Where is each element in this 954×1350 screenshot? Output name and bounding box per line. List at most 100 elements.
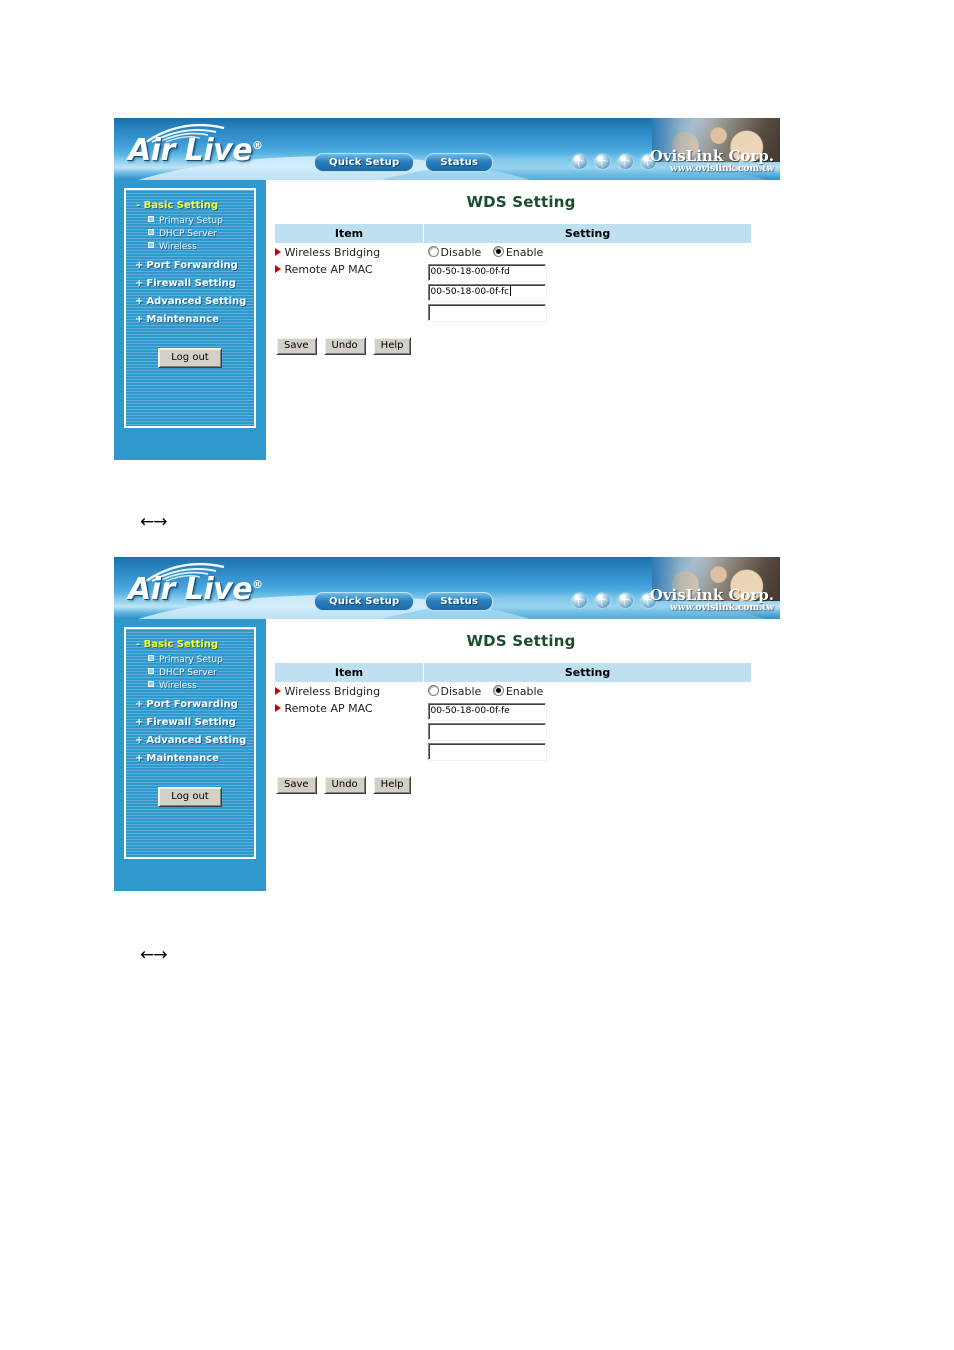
nav-quick-setup-button[interactable]: Quick Setup bbox=[314, 153, 415, 172]
remote-ap-mac-input-3[interactable] bbox=[427, 304, 546, 321]
globe-icon-group bbox=[572, 154, 656, 169]
square-bullet-icon bbox=[148, 655, 154, 661]
radio-group-wireless-bridging: Disable Enable bbox=[424, 685, 752, 698]
logout-container: Log out bbox=[126, 347, 254, 368]
main-content: WDS Setting Item Setting Wireless Bridgi… bbox=[266, 180, 780, 460]
sidebar-item-label: Firewall Setting bbox=[146, 278, 236, 289]
globe-icon[interactable] bbox=[595, 154, 610, 169]
sidebar-item-dhcp-server[interactable]: DHCP Server bbox=[126, 666, 254, 679]
router-admin-panel-2: Air Live® Quick Setup Status OvisLink Co… bbox=[114, 557, 780, 891]
globe-icon[interactable] bbox=[618, 154, 633, 169]
sidebar-item-firewall-setting[interactable]: + Firewall Setting bbox=[126, 710, 254, 728]
panel-body: - Basic Setting Primary Setup DHCP Serve… bbox=[114, 180, 780, 460]
save-button[interactable]: Save bbox=[276, 776, 317, 794]
sidebar-item-label: Primary Setup bbox=[159, 216, 223, 226]
triangle-bullet-icon bbox=[274, 248, 281, 256]
registered-mark: ® bbox=[252, 139, 263, 152]
corp-name: OvisLink Corp. bbox=[649, 147, 774, 165]
sidebar-item-label: Wireless bbox=[159, 242, 197, 252]
globe-icon[interactable] bbox=[572, 593, 587, 608]
site-header: Air Live® Quick Setup Status OvisLink Co… bbox=[114, 118, 780, 180]
undo-button[interactable]: Undo bbox=[323, 776, 366, 794]
square-bullet-icon bbox=[148, 242, 154, 248]
nav-status-button[interactable]: Status bbox=[425, 153, 494, 172]
undo-button[interactable]: Undo bbox=[323, 337, 366, 355]
triangle-bullet-icon bbox=[274, 704, 281, 712]
globe-icon[interactable] bbox=[595, 593, 610, 608]
sidebar-item-maintenance[interactable]: + Maintenance bbox=[126, 307, 254, 325]
radio-label: Enable bbox=[505, 685, 544, 698]
radio-disable[interactable]: Disable bbox=[427, 685, 482, 698]
panel-body: - Basic Setting Primary Setup DHCP Serve… bbox=[114, 619, 780, 891]
corp-name: OvisLink Corp. bbox=[649, 586, 774, 604]
radio-enable[interactable]: Enable bbox=[492, 685, 544, 698]
radio-disable[interactable]: Disable bbox=[427, 246, 482, 259]
triangle-bullet-icon bbox=[274, 265, 281, 273]
sidebar-item-primary-setup[interactable]: Primary Setup bbox=[126, 653, 254, 666]
form-action-buttons: Save Undo Help bbox=[276, 776, 768, 794]
radio-dot-selected-icon bbox=[492, 246, 504, 257]
sidebar-item-dhcp-server[interactable]: DHCP Server bbox=[126, 227, 254, 240]
table-row-remote-ap-mac: Remote AP MAC 00-50-18-00-0f-fe bbox=[274, 700, 752, 765]
header-nav: Quick Setup Status bbox=[314, 592, 494, 611]
sidebar-item-primary-setup[interactable]: Primary Setup bbox=[126, 214, 254, 227]
sidebar-item-port-forwarding[interactable]: + Port Forwarding bbox=[126, 692, 254, 710]
row-value-remote-ap-mac: 00-50-18-00-0f-fd 00-50-18-00-0f-fc bbox=[424, 261, 752, 326]
logout-container: Log out bbox=[126, 786, 254, 807]
logout-button[interactable]: Log out bbox=[158, 787, 222, 807]
expand-plus-icon: + bbox=[135, 735, 144, 746]
table-header-row: Item Setting bbox=[274, 662, 752, 683]
expand-plus-icon: + bbox=[135, 314, 144, 325]
sidebar-item-wireless[interactable]: Wireless bbox=[126, 679, 254, 692]
remote-ap-mac-input-3[interactable] bbox=[427, 743, 546, 760]
brand-logo-text: Air Live® bbox=[128, 572, 263, 607]
logout-button[interactable]: Log out bbox=[158, 348, 222, 368]
triangle-bullet-icon bbox=[274, 687, 281, 695]
remote-ap-mac-input-2[interactable] bbox=[427, 723, 546, 740]
globe-icon-group bbox=[572, 593, 656, 608]
row-label-remote-ap-mac: Remote AP MAC bbox=[274, 700, 424, 765]
sidebar-item-advanced-setting[interactable]: + Advanced Setting bbox=[126, 728, 254, 746]
radio-enable[interactable]: Enable bbox=[492, 246, 543, 259]
corp-url: www.ovislink.com.tw bbox=[670, 602, 774, 613]
remote-ap-mac-input-2[interactable]: 00-50-18-00-0f-fc bbox=[427, 284, 546, 301]
radio-label: Disable bbox=[440, 685, 482, 698]
sidebar-item-label: Firewall Setting bbox=[146, 717, 236, 728]
globe-icon[interactable] bbox=[618, 593, 633, 608]
sidebar-item-advanced-setting[interactable]: + Advanced Setting bbox=[126, 289, 254, 307]
table-row-remote-ap-mac: Remote AP MAC 00-50-18-00-0f-fd 00-50-18… bbox=[274, 261, 752, 326]
expand-plus-icon: + bbox=[135, 278, 144, 289]
radio-label: Disable bbox=[440, 246, 482, 259]
remote-ap-mac-input-1[interactable]: 00-50-18-00-0f-fe bbox=[427, 703, 546, 720]
nav-quick-setup-button[interactable]: Quick Setup bbox=[314, 592, 415, 611]
square-bullet-icon bbox=[148, 216, 154, 222]
sidebar-item-wireless[interactable]: Wireless bbox=[126, 240, 254, 253]
radio-dot-icon bbox=[427, 685, 439, 696]
square-bullet-icon bbox=[148, 229, 154, 235]
row-value-wireless-bridging: Disable Enable bbox=[424, 683, 752, 701]
sidebar-item-label: DHCP Server bbox=[159, 229, 217, 239]
globe-icon[interactable] bbox=[572, 154, 587, 169]
sidebar-item-maintenance[interactable]: + Maintenance bbox=[126, 746, 254, 764]
expand-plus-icon: + bbox=[135, 260, 144, 271]
wds-settings-table: Item Setting Wireless Bridging Disable E… bbox=[274, 223, 752, 326]
corp-url: www.ovislink.com.tw bbox=[670, 163, 774, 174]
brand-logo-text: Air Live® bbox=[128, 133, 263, 168]
sidebar-item-port-forwarding[interactable]: + Port Forwarding bbox=[126, 253, 254, 271]
sidebar-item-label: Maintenance bbox=[146, 314, 219, 325]
remote-ap-mac-input-1[interactable]: 00-50-18-00-0f-fd bbox=[427, 264, 546, 281]
sidebar-item-firewall-setting[interactable]: + Firewall Setting bbox=[126, 271, 254, 289]
save-button[interactable]: Save bbox=[276, 337, 317, 355]
row-label-text: Wireless Bridging bbox=[284, 246, 381, 259]
expand-plus-icon: + bbox=[135, 753, 144, 764]
radio-dot-icon bbox=[427, 246, 439, 257]
sidebar-item-label: Primary Setup bbox=[159, 655, 223, 665]
help-button[interactable]: Help bbox=[372, 337, 412, 355]
nav-status-button[interactable]: Status bbox=[425, 592, 494, 611]
help-button[interactable]: Help bbox=[372, 776, 412, 794]
row-label-remote-ap-mac: Remote AP MAC bbox=[274, 261, 424, 326]
sidebar-group-basic-setting[interactable]: - Basic Setting bbox=[126, 200, 254, 214]
table-row-wireless-bridging: Wireless Bridging Disable Enable bbox=[274, 683, 752, 701]
sidebar-group-basic-setting[interactable]: - Basic Setting bbox=[126, 639, 254, 653]
sidebar-item-label: Wireless bbox=[159, 681, 197, 691]
